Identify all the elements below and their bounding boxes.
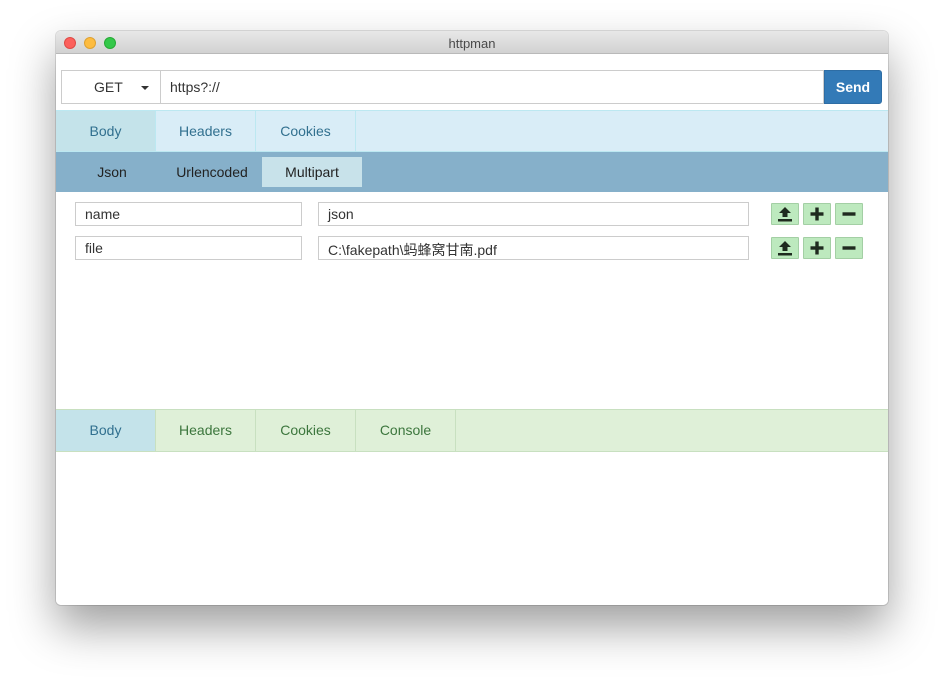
upload-icon [778,241,792,256]
upload-button[interactable] [771,203,799,225]
response-body-panel [56,452,888,605]
tab-body-json[interactable]: Json [62,157,162,187]
tab-response-headers[interactable]: Headers [156,410,256,451]
key-input[interactable]: file [75,236,302,260]
plus-icon [810,241,824,255]
value-input[interactable]: C:\fakepath\蚂蜂窝甘南.pdf [318,236,749,260]
method-select[interactable]: GET [61,70,161,104]
add-row-button[interactable] [803,203,831,225]
caret-down-icon [141,86,149,90]
remove-row-button[interactable] [835,237,863,259]
response-tabs: Body Headers Cookies Console [56,409,888,452]
value-input[interactable]: json [318,202,749,226]
tab-body-multipart[interactable]: Multipart [262,157,362,187]
method-label: GET [94,79,123,95]
send-button[interactable]: Send [824,70,882,104]
upload-button[interactable] [771,237,799,259]
tab-request-body[interactable]: Body [56,111,156,151]
tab-body-urlencoded[interactable]: Urlencoded [162,157,262,187]
add-row-button[interactable] [803,237,831,259]
tab-response-body[interactable]: Body [56,410,156,451]
app-window: httpman GET https?:// Send Body Headers … [56,31,888,605]
minus-icon [842,212,856,216]
key-input[interactable]: name [75,202,302,226]
request-bar: GET https?:// Send [61,70,882,104]
tab-response-console[interactable]: Console [356,410,456,451]
url-input[interactable]: https?:// [160,70,824,104]
window-title: httpman [448,36,496,51]
tab-request-headers[interactable]: Headers [156,111,256,151]
tab-response-cookies[interactable]: Cookies [256,410,356,451]
plus-icon [810,207,824,221]
request-tabs: Body Headers Cookies [56,110,888,152]
remove-row-button[interactable] [835,203,863,225]
body-type-tabs: Json Urlencoded Multipart [56,152,888,192]
tab-request-cookies[interactable]: Cookies [256,111,356,151]
title-bar: httpman [56,31,888,54]
multipart-form: name json file C:\fakepath\蚂蜂窝甘南.pdf [56,192,888,409]
upload-icon [778,207,792,222]
minus-icon [842,246,856,250]
